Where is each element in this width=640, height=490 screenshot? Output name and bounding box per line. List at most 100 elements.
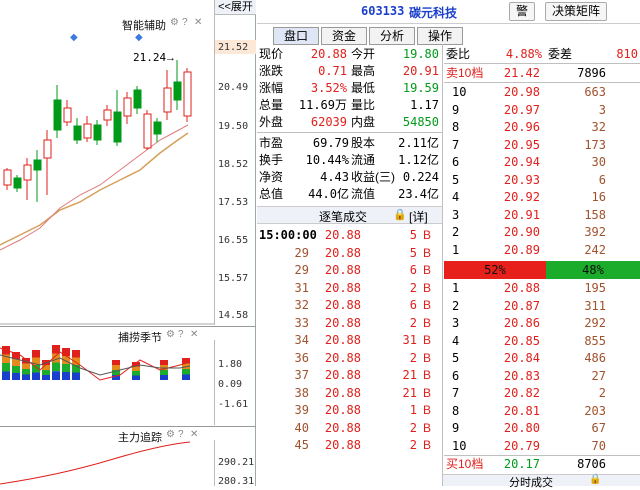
season-bar (52, 362, 60, 372)
buy-level: 8 (452, 403, 460, 418)
track-indicator-chart[interactable] (0, 440, 214, 486)
candle-body (153, 121, 162, 135)
buy-level: 7 (452, 386, 460, 400)
price-marker-label: 21.24 (133, 51, 166, 64)
sell-price[interactable]: 20.89 (492, 242, 540, 259)
help-icon[interactable]: ? (182, 17, 188, 28)
fund-value: 69.79 (312, 136, 349, 150)
quote-label: 外盘 (259, 115, 284, 129)
sell-price[interactable]: 20.98 (492, 84, 540, 101)
buy-volume: 203 (584, 403, 606, 418)
season-bar (62, 364, 70, 372)
price-axis-label: 17.53 (218, 197, 249, 208)
fund-label: 流值 (351, 187, 376, 201)
sell-price[interactable]: 20.95 (492, 137, 540, 154)
candle-body (3, 169, 12, 186)
sell-price[interactable]: 20.96 (492, 119, 540, 136)
fund-label: 股本 (351, 136, 376, 150)
tick-time: 31 (294, 280, 309, 295)
season-bar (62, 372, 70, 380)
sell-volume: 173 (584, 137, 606, 152)
tick-time: 15:00:00 (259, 228, 317, 242)
lock-icon[interactable]: 🔒 (589, 474, 601, 485)
candle-body (13, 177, 22, 189)
sell-price[interactable]: 20.97 (492, 102, 540, 119)
buy-volume: 195 (584, 281, 606, 295)
fund-label: 换手 (259, 153, 284, 167)
candle-body (53, 99, 62, 131)
lock-icon[interactable]: 🔒 (393, 208, 407, 221)
quote-value: 11.69万 (298, 98, 347, 112)
quote-label: 最高 (351, 64, 376, 78)
gear-icon[interactable]: ⚙ (170, 17, 179, 28)
tick-volume: 5 (409, 228, 417, 242)
sell-price[interactable]: 20.94 (492, 154, 540, 171)
alert-button[interactable]: 警 (509, 2, 535, 21)
marker-icon: ◆ (70, 32, 78, 43)
tick-price: 20.88 (324, 280, 361, 295)
expand-button[interactable]: <<展开 (214, 0, 256, 15)
buy-volume: 855 (584, 333, 606, 348)
buy-level: 4 (452, 333, 460, 348)
candle-body (33, 159, 42, 171)
tick-price: 20.88 (324, 385, 361, 400)
buy-price[interactable]: 20.83 (492, 368, 540, 385)
gear-icon[interactable]: ⚙ (166, 429, 175, 440)
close-icon[interactable]: ✕ (190, 429, 198, 440)
tick-price: 20.88 (324, 438, 361, 452)
decision-matrix-button[interactable]: 决策矩阵 (545, 2, 607, 21)
tick-time: 38 (294, 385, 309, 400)
tick-time: 33 (294, 315, 309, 330)
tick-side: B (423, 333, 432, 347)
sell10-price: 21.42 (503, 66, 540, 80)
sell-level: 1 (452, 242, 460, 257)
sell-price[interactable]: 20.91 (492, 207, 540, 224)
tick-time: 40 (294, 420, 309, 435)
season-bar (112, 365, 120, 370)
buy-price[interactable]: 20.79 (492, 438, 540, 455)
season-bar (112, 360, 120, 365)
buy-price[interactable]: 20.80 (492, 420, 540, 437)
buy-volume: 27 (591, 368, 606, 383)
weicha-label: 委差 (548, 47, 573, 61)
price-axis-label: 15.57 (218, 273, 249, 284)
buy-price[interactable]: 20.81 (492, 403, 540, 420)
sell-level: 7 (452, 137, 460, 152)
sell-level: 9 (452, 102, 460, 117)
weibi-value: 4.88% (505, 47, 542, 61)
season-bar (12, 373, 20, 380)
candle-body (23, 164, 32, 181)
buy-price[interactable]: 20.85 (492, 333, 540, 350)
close-icon[interactable]: ✕ (190, 329, 198, 340)
sell-price[interactable]: 20.93 (492, 172, 540, 189)
buy-price[interactable]: 20.84 (492, 350, 540, 367)
season-bar (72, 372, 80, 380)
close-icon[interactable]: ✕ (194, 17, 202, 28)
ticks-detail-button[interactable]: [详] (409, 208, 428, 225)
chart-panel[interactable]: 智能辅助 ⚙ ? ✕ <<展开 21.24 → ◆ ◆ 21.52 20.49 … (0, 0, 256, 487)
tab-pankou[interactable]: 盘口 (273, 27, 319, 45)
tick-price: 20.88 (324, 403, 361, 417)
sell-volume: 3 (598, 102, 606, 117)
season-indicator-chart[interactable] (0, 340, 214, 425)
buy-price[interactable]: 20.86 (492, 315, 540, 332)
tick-side: B (423, 438, 432, 452)
tick-volume: 5 (409, 245, 417, 260)
buy-price[interactable]: 20.88 (492, 280, 540, 297)
help-icon[interactable]: ? (178, 329, 184, 340)
tab-funds[interactable]: 资金 (321, 27, 367, 45)
sell-price[interactable]: 20.92 (492, 189, 540, 206)
help-icon[interactable]: ? (178, 429, 184, 440)
season-bar (160, 370, 168, 375)
candle-body (83, 123, 92, 139)
quote-value: 20.88 (310, 47, 347, 61)
tab-analysis[interactable]: 分析 (369, 27, 415, 45)
buy-price[interactable]: 20.87 (492, 298, 540, 315)
sell-price[interactable]: 20.90 (492, 224, 540, 241)
tab-operation[interactable]: 操作 (417, 27, 463, 45)
gear-icon[interactable]: ⚙ (166, 329, 175, 340)
sell-volume: 663 (584, 85, 606, 99)
buy-price[interactable]: 20.82 (492, 385, 540, 402)
candlestick-chart[interactable]: 21.24 → ◆ ◆ (0, 30, 214, 325)
tick-side: B (423, 280, 432, 295)
